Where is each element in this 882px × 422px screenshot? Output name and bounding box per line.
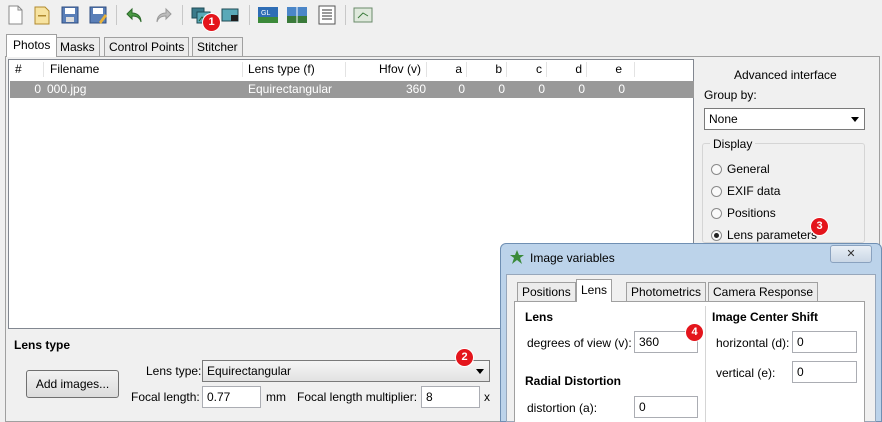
horizontal-d-input[interactable]: 0 bbox=[792, 331, 857, 353]
row-hfov: 360 bbox=[405, 82, 426, 96]
distortion-a-input[interactable]: 0 bbox=[634, 396, 698, 418]
column-header-filename[interactable]: Filename bbox=[50, 60, 99, 79]
row-filename: 000.jpg bbox=[47, 82, 87, 96]
distortion-a-label: distortion (a): bbox=[527, 401, 598, 415]
lens-type-section-title: Lens type bbox=[14, 338, 71, 352]
dialog-app-icon bbox=[510, 250, 524, 264]
degrees-of-view-label: degrees of view (v): bbox=[527, 336, 632, 350]
list-view-icon[interactable] bbox=[316, 4, 338, 26]
radio-lens-parameters-label[interactable]: Lens parameters bbox=[727, 228, 817, 242]
focal-length-multiplier-input[interactable]: 8 bbox=[421, 386, 480, 408]
row-e: 0 bbox=[618, 82, 625, 96]
lens-type-value: Equirectangular bbox=[207, 364, 292, 378]
callout-badge-1: 1 bbox=[203, 14, 220, 31]
table-row[interactable]: 0 000.jpg Equirectangular 360 0 0 0 0 0 bbox=[10, 81, 694, 98]
image-center-shift-section-title: Image Center Shift bbox=[712, 310, 819, 324]
display-label: Display bbox=[710, 137, 756, 151]
gl-preview-icon[interactable]: GL bbox=[257, 4, 279, 26]
row-c: 0 bbox=[538, 82, 545, 96]
row-d: 0 bbox=[578, 82, 585, 96]
close-icon: ✕ bbox=[846, 248, 856, 260]
column-header-b[interactable]: b bbox=[466, 60, 502, 79]
group-by-select[interactable]: None bbox=[704, 108, 865, 130]
focal-length-multiplier-label: Focal length multiplier: bbox=[297, 390, 418, 404]
callout-badge-2: 2 bbox=[456, 349, 473, 366]
column-header-number[interactable]: # bbox=[15, 60, 22, 79]
column-header-hfov[interactable]: Hfov (v) bbox=[345, 60, 421, 79]
chevron-down-icon bbox=[476, 369, 484, 374]
toolbar: 1 GL bbox=[0, 0, 882, 32]
dialog-close-button[interactable]: ✕ bbox=[830, 245, 872, 263]
tab-photos[interactable]: Photos bbox=[6, 34, 58, 57]
radio-exif-data[interactable] bbox=[711, 186, 722, 197]
radio-lens-parameters[interactable] bbox=[711, 230, 722, 241]
tab-stitcher[interactable]: Stitcher bbox=[192, 37, 243, 56]
column-header-e[interactable]: e bbox=[586, 60, 622, 79]
focal-length-input[interactable]: 0.77 bbox=[202, 386, 261, 408]
redo-icon[interactable] bbox=[152, 4, 174, 26]
callout-badge-4: 4 bbox=[686, 324, 703, 341]
radial-distortion-section-title: Radial Distortion bbox=[525, 374, 622, 388]
column-header-c[interactable]: c bbox=[506, 60, 542, 79]
save-as-icon[interactable] bbox=[87, 4, 109, 26]
horizontal-d-label: horizontal (d): bbox=[716, 336, 790, 350]
column-header-lens-type[interactable]: Lens type (f) bbox=[248, 60, 315, 79]
lens-type-label: Lens type: bbox=[146, 364, 202, 378]
advanced-interface-label: Advanced interface bbox=[734, 68, 837, 82]
radio-positions[interactable] bbox=[711, 208, 722, 219]
column-header-d[interactable]: d bbox=[546, 60, 582, 79]
group-by-label: Group by: bbox=[704, 88, 757, 102]
radio-exif-data-label[interactable]: EXIF data bbox=[727, 184, 780, 198]
radio-general[interactable] bbox=[711, 164, 722, 175]
row-a: 0 bbox=[458, 82, 465, 96]
focal-length-unit: mm bbox=[266, 390, 286, 404]
open-file-icon[interactable] bbox=[31, 4, 53, 26]
callout-badge-3: 3 bbox=[811, 218, 828, 235]
dialog-tab-photometrics[interactable]: Photometrics bbox=[626, 282, 707, 301]
lens-section-title: Lens bbox=[525, 310, 554, 324]
radio-general-label[interactable]: General bbox=[727, 162, 770, 176]
remove-images-icon[interactable] bbox=[219, 4, 241, 26]
row-lens-type: Equirectangular bbox=[248, 82, 333, 96]
row-b: 0 bbox=[498, 82, 505, 96]
save-icon[interactable] bbox=[59, 4, 81, 26]
vertical-e-input[interactable]: 0 bbox=[792, 361, 857, 383]
row-number: 0 bbox=[34, 82, 41, 96]
tab-masks[interactable]: Masks bbox=[55, 37, 100, 56]
column-header-a[interactable]: a bbox=[426, 60, 462, 79]
chevron-down-icon bbox=[851, 117, 859, 122]
dialog-tab-camera-response[interactable]: Camera Response bbox=[708, 282, 819, 301]
dialog-divider bbox=[705, 306, 706, 422]
add-images-button[interactable]: Add images... bbox=[26, 370, 119, 398]
dialog-tab-lens[interactable]: Lens bbox=[576, 279, 613, 302]
undo-icon[interactable] bbox=[124, 4, 146, 26]
radio-positions-label[interactable]: Positions bbox=[727, 206, 776, 220]
focal-length-multiplier-unit: x bbox=[484, 390, 490, 404]
group-by-value: None bbox=[709, 112, 738, 126]
tab-control-points[interactable]: Control Points bbox=[104, 37, 190, 56]
focal-length-label: Focal length: bbox=[131, 390, 200, 404]
svg-text:GL: GL bbox=[261, 10, 270, 17]
vertical-e-label: vertical (e): bbox=[716, 366, 776, 380]
fast-preview-icon[interactable] bbox=[286, 4, 308, 26]
lens-type-select[interactable]: Equirectangular bbox=[202, 360, 490, 382]
dialog-tab-positions[interactable]: Positions bbox=[517, 282, 576, 301]
dialog-title: Image variables bbox=[530, 251, 615, 265]
crop-icon[interactable] bbox=[352, 4, 374, 26]
new-file-icon[interactable] bbox=[4, 4, 26, 26]
